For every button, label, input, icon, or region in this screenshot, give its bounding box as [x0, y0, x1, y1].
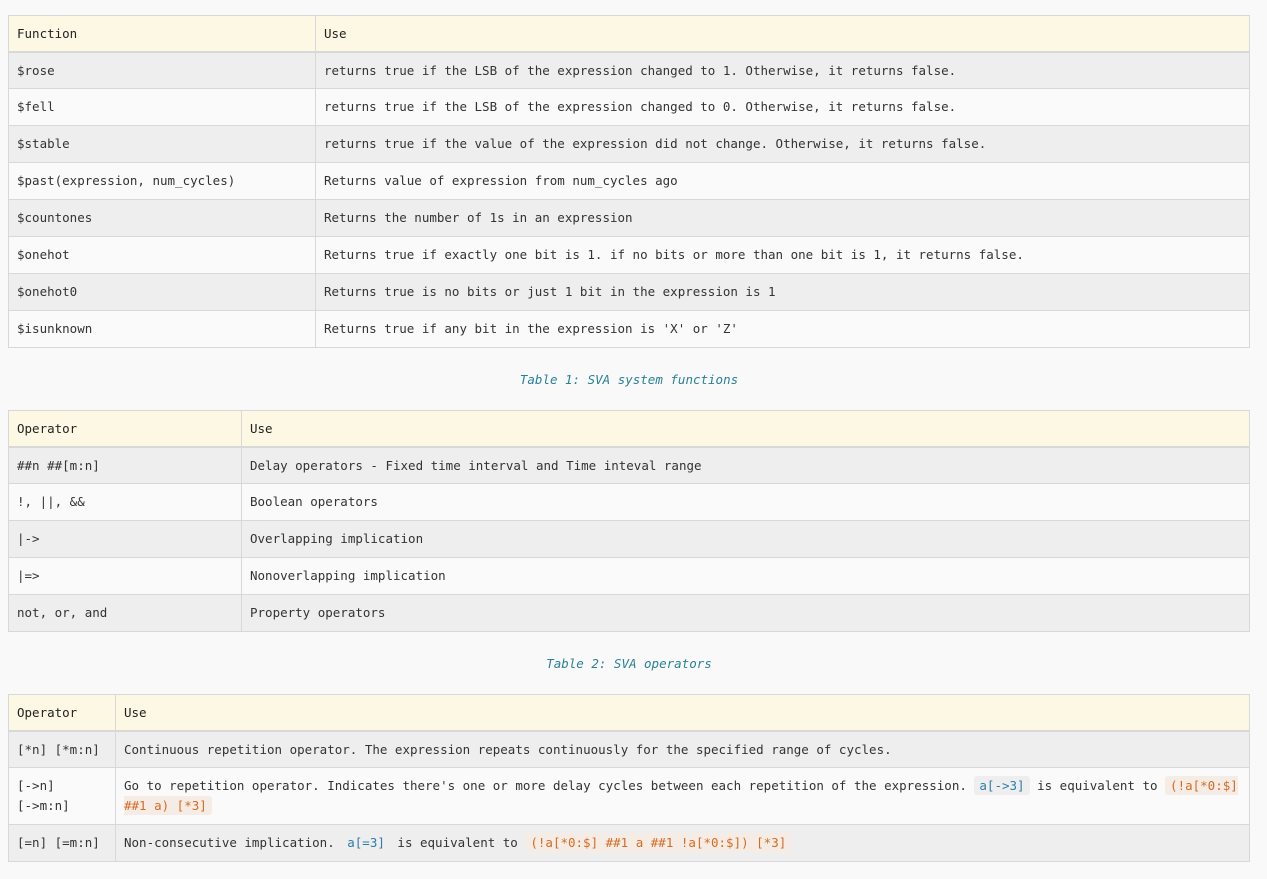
function-cell: $isunknown [8, 310, 316, 348]
table-header-row: Operator Use [8, 410, 1250, 448]
function-cell: $onehot [8, 236, 316, 274]
table-row: $onehot Returns true if exactly one bit … [8, 236, 1250, 274]
operator-cell: |=> [8, 557, 242, 595]
column-header-function: Function [8, 15, 316, 53]
operator-cell: ##n ##[m:n] [8, 446, 242, 484]
use-cell: returns true if the LSB of the expressio… [315, 88, 1250, 126]
use-cell: Property operators [241, 594, 1250, 632]
use-cell: Returns true is no bits or just 1 bit in… [315, 273, 1250, 311]
column-header-use: Use [315, 15, 1250, 53]
table-row: ##n ##[m:n] Delay operators - Fixed time… [8, 446, 1250, 484]
use-cell: Overlapping implication [241, 520, 1250, 558]
inline-code: (!a[*0:$] ##1 a ##1 !a[*0:$]) [*3] [525, 833, 792, 852]
operator-cell: [*n] [*m:n] [8, 730, 116, 768]
table-row: $past(expression, num_cycles) Returns va… [8, 162, 1250, 200]
use-cell: returns true if the LSB of the expressio… [315, 51, 1250, 89]
use-cell: Delay operators - Fixed time interval an… [241, 446, 1250, 484]
use-cell: Non-consecutive implication. a[=3] is eq… [115, 824, 1250, 862]
operator-cell: [->n] [->m:n] [8, 767, 116, 825]
use-cell: Returns the number of 1s in an expressio… [315, 199, 1250, 237]
inline-code: a[=3] [342, 833, 390, 852]
table-row: $rose returns true if the LSB of the exp… [8, 51, 1250, 89]
use-cell: Go to repetition operator. Indicates the… [115, 767, 1250, 825]
table-row: [->n] [->m:n] Go to repetition operator. … [8, 767, 1250, 825]
table-caption: Table 2: SVA operators [546, 656, 712, 671]
use-text: is equivalent to [1037, 778, 1158, 793]
column-header-use: Use [115, 694, 1250, 732]
use-cell: returns true if the value of the express… [315, 125, 1250, 163]
operator-line: [->n] [17, 778, 55, 793]
function-cell: $stable [8, 125, 316, 163]
function-cell: $fell [8, 88, 316, 126]
function-cell: $countones [8, 199, 316, 237]
sva-repetition-operators-table: Operator Use [*n] [*m:n] Continuous repe… [8, 694, 1250, 862]
function-cell: $past(expression, num_cycles) [8, 162, 316, 200]
use-cell: Continuous repetition operator. The expr… [115, 730, 1250, 768]
table-row: [*n] [*m:n] Continuous repetition operat… [8, 730, 1250, 768]
function-cell: $onehot0 [8, 273, 316, 311]
sva-operators-table: Operator Use ##n ##[m:n] Delay operators… [8, 410, 1250, 632]
operator-line: [->m:n] [17, 798, 70, 813]
sva-system-functions-table: Function Use $rose returns true if the L… [8, 15, 1250, 348]
use-text: Non-consecutive implication. [124, 835, 335, 850]
table-row: [=n] [=m:n] Non-consecutive implication.… [8, 824, 1250, 862]
use-text: is equivalent to [397, 835, 518, 850]
column-header-operator: Operator [8, 410, 242, 448]
table-row: |-> Overlapping implication [8, 520, 1250, 558]
table-row: $onehot0 Returns true is no bits or just… [8, 273, 1250, 311]
use-cell: Returns true if any bit in the expressio… [315, 310, 1250, 348]
table-row: $isunknown Returns true if any bit in th… [8, 310, 1250, 348]
table-row: $countones Returns the number of 1s in a… [8, 199, 1250, 237]
operator-cell: [=n] [=m:n] [8, 824, 116, 862]
column-header-operator: Operator [8, 694, 116, 732]
table-row: not, or, and Property operators [8, 594, 1250, 632]
use-text: Go to repetition operator. Indicates the… [124, 778, 967, 793]
table-row: $stable returns true if the value of the… [8, 125, 1250, 163]
table-row: |=> Nonoverlapping implication [8, 557, 1250, 595]
use-cell: Returns value of expression from num_cyc… [315, 162, 1250, 200]
operator-cell: !, ||, && [8, 483, 242, 521]
table-row: !, ||, && Boolean operators [8, 483, 1250, 521]
use-cell: Nonoverlapping implication [241, 557, 1250, 595]
operator-cell: |-> [8, 520, 242, 558]
column-header-use: Use [241, 410, 1250, 448]
table-caption: Table 1: SVA system functions [519, 372, 739, 387]
inline-code: a[->3] [974, 776, 1030, 795]
use-cell: Boolean operators [241, 483, 1250, 521]
table-header-row: Function Use [8, 15, 1250, 53]
operator-cell: not, or, and [8, 594, 242, 632]
table-row: $fell returns true if the LSB of the exp… [8, 88, 1250, 126]
table-header-row: Operator Use [8, 694, 1250, 732]
function-cell: $rose [8, 51, 316, 89]
use-cell: Returns true if exactly one bit is 1. if… [315, 236, 1250, 274]
